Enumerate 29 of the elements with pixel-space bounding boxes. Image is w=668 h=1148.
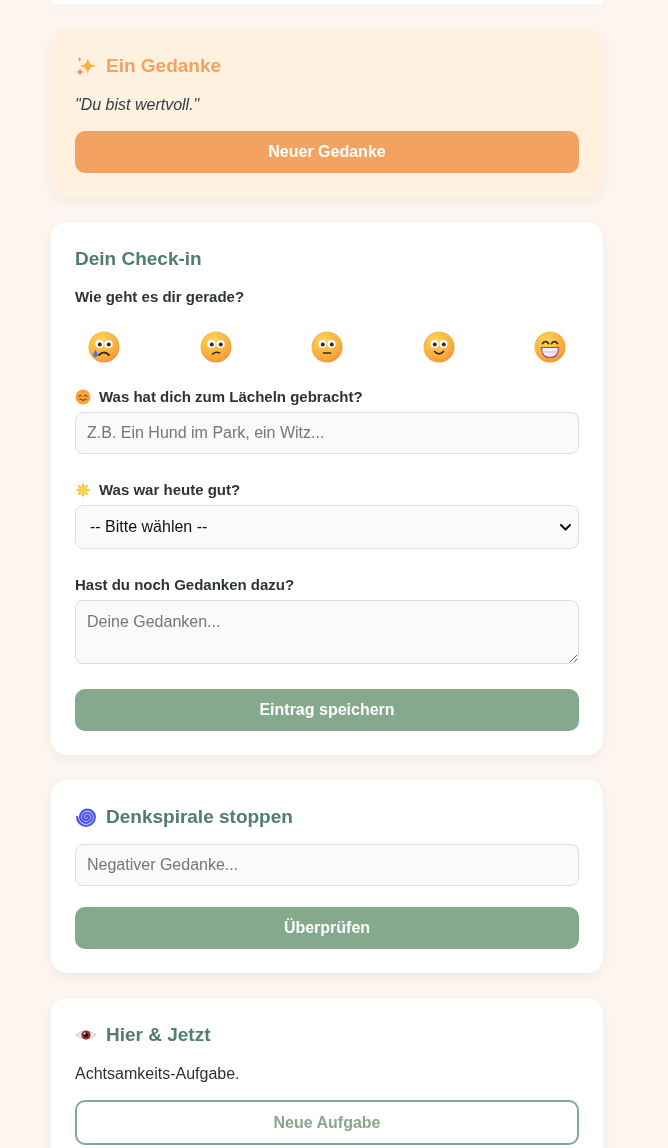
primary-button[interactable]: Eintrag speichern: [75, 689, 579, 731]
field-label: Was hat dich zum Lächeln gebracht?: [99, 387, 363, 407]
crying-face-icon: [88, 331, 120, 363]
select-field[interactable]: -- Bitte wählen --: [75, 505, 579, 549]
spiral-icon: [75, 806, 97, 828]
frowning-face-icon: [199, 331, 232, 363]
card-title: Ein Gedanke: [106, 54, 222, 78]
card-title: Hier & Jetzt: [106, 1023, 211, 1047]
chevron-down-icon: [560, 523, 571, 531]
neutral-face-icon: [311, 331, 343, 363]
thought-quote: "Du bist wertvoll.": [75, 95, 201, 115]
smiling-face-icon: [422, 331, 455, 363]
field-label: Hast du noch Gedanken dazu?: [75, 575, 295, 595]
smiling-face-icon: [75, 389, 91, 405]
sparkles-icon: [75, 55, 97, 77]
card-title: Denkspirale stoppen: [106, 805, 293, 829]
primary-button[interactable]: Neuer Gedanke: [75, 131, 579, 173]
eye-icon: [75, 1027, 97, 1043]
text-input-field[interactable]: Negativer Gedanke...: [75, 844, 579, 886]
outline-button[interactable]: Neue Aufgabe: [75, 1100, 579, 1145]
text-input-field[interactable]: Z.B. Ein Hund im Park, ein Witz...: [75, 412, 579, 454]
task-text: Achtsamkeits-Aufgabe.: [75, 1064, 241, 1084]
field-label: Was war heute gut?: [99, 480, 241, 500]
textarea-field[interactable]: Deine Gedanken...: [75, 600, 579, 664]
sun-icon: [75, 482, 91, 498]
primary-button[interactable]: Überprüfen: [75, 907, 579, 949]
grinning-face-icon: [534, 331, 566, 363]
card-title: Dein Check-in: [75, 247, 202, 271]
field-label: Wie geht es dir gerade?: [75, 287, 245, 307]
